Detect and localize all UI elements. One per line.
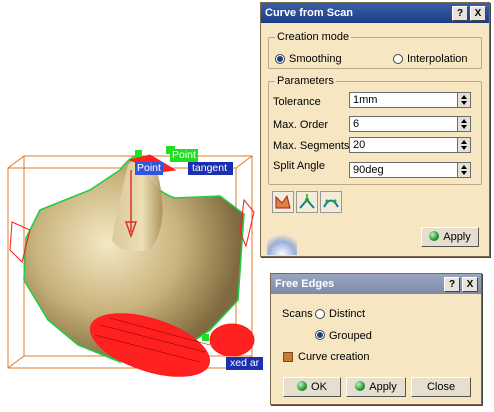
tolerance-spin-icon[interactable]	[457, 92, 471, 108]
curve-creation-checkbox[interactable]	[283, 352, 293, 362]
apply-label: Apply	[443, 231, 471, 243]
creation-mode-legend: Creation mode	[277, 31, 350, 43]
grouped-label[interactable]: Grouped	[329, 330, 372, 342]
split-angle-label: Split Angle	[273, 160, 325, 172]
free-edges-apply-label: Apply	[369, 381, 397, 393]
interpolation-label[interactable]: Interpolation	[407, 53, 468, 65]
apply-button[interactable]: Apply	[421, 227, 479, 247]
free-edges-close-label: Close	[426, 381, 456, 393]
point-tag-top: Point	[170, 149, 198, 162]
max-segments-label: Max. Segments	[273, 140, 350, 152]
ok-icon	[297, 381, 308, 391]
free-edges-close-x-button[interactable]: X	[462, 277, 478, 292]
parameters-legend: Parameters	[277, 75, 334, 87]
free-edges-dialog: Free Edges ? X Scans Distinct Grouped Cu…	[270, 273, 482, 405]
dialog-title-bar: Curve from Scan ? X	[261, 3, 489, 23]
sphere-decoration	[267, 229, 297, 255]
max-segments-spin-icon[interactable]	[457, 137, 471, 153]
smoothing-label[interactable]: Smoothing	[289, 53, 342, 65]
ok-label: OK	[311, 381, 327, 393]
max-order-input[interactable]: 6	[349, 116, 457, 132]
help-button[interactable]: ?	[452, 6, 468, 21]
free-edges-title: Free Edges	[275, 278, 335, 290]
max-order-label: Max. Order	[273, 119, 329, 131]
curve-from-scan-dialog: Curve from Scan ? X Creation mode Smooth…	[260, 2, 490, 257]
free-edges-title-bar: Free Edges ? X	[271, 274, 481, 294]
smoothing-radio[interactable]	[275, 54, 285, 64]
curve-arc-icon[interactable]	[320, 191, 342, 213]
scans-label: Scans	[282, 308, 313, 320]
curve-creation-label[interactable]: Curve creation	[298, 351, 370, 363]
apply-icon	[429, 231, 440, 241]
split-curve-icon[interactable]	[272, 191, 294, 213]
free-edges-apply-button[interactable]: Apply	[346, 377, 406, 397]
distinct-label[interactable]: Distinct	[329, 308, 365, 320]
close-button[interactable]: X	[470, 6, 486, 21]
free-edges-close-button[interactable]: Close	[411, 377, 471, 397]
3d-viewport[interactable]: Point Point tangent xed ar	[0, 0, 264, 409]
vertex-icon[interactable]	[296, 191, 318, 213]
tolerance-input[interactable]: 1mm	[349, 92, 457, 108]
fixed-tag: xed ar	[226, 357, 264, 370]
split-angle-spin-icon[interactable]	[457, 162, 471, 178]
free-edges-apply-icon	[355, 381, 366, 391]
point-tag-tangent-left: Point	[135, 162, 163, 175]
split-angle-input[interactable]: 90deg	[349, 162, 457, 178]
tolerance-label: Tolerance	[273, 96, 321, 108]
max-segments-input[interactable]: 20	[349, 137, 457, 153]
scan-geometry	[7, 146, 255, 377]
dialog-title: Curve from Scan	[265, 7, 354, 19]
max-order-spin-icon[interactable]	[457, 116, 471, 132]
distinct-radio[interactable]	[315, 309, 325, 319]
free-edges-help-button[interactable]: ?	[444, 277, 460, 292]
interpolation-radio[interactable]	[393, 54, 403, 64]
grouped-radio[interactable]	[315, 330, 325, 340]
ok-button[interactable]: OK	[283, 377, 341, 397]
point-tag-tangent-right: tangent	[188, 162, 234, 175]
